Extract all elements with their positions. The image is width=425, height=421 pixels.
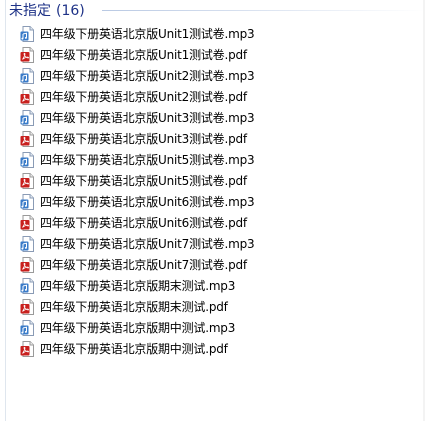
file-list: 四年级下册英语北京版Unit1测试卷.mp3 四年级下册英语北京版Unit1测试… [20,23,420,359]
file-item-13[interactable]: 四年级下册英语北京版期末测试.mp3 [20,275,420,296]
file-item-6[interactable]: 四年级下册英语北京版Unit3测试卷.pdf [20,128,420,149]
group-header-unspecified[interactable]: 未指定 (16) [6,0,425,22]
file-name: 四年级下册英语北京版期末测试.pdf [40,299,228,314]
pdf-file-icon [20,172,34,189]
pdf-file-icon [20,298,34,315]
file-item-14[interactable]: 四年级下册英语北京版期末测试.pdf [20,296,420,317]
group-divider [102,10,425,11]
file-name: 四年级下册英语北京版Unit3测试卷.mp3 [40,110,255,125]
file-name: 四年级下册英语北京版Unit7测试卷.pdf [40,257,247,272]
file-name: 四年级下册英语北京版Unit3测试卷.pdf [40,131,247,146]
file-item-7[interactable]: 四年级下册英语北京版Unit5测试卷.mp3 [20,149,420,170]
file-name: 四年级下册英语北京版Unit2测试卷.pdf [40,89,247,104]
pdf-file-icon [20,130,34,147]
pdf-file-icon [20,256,34,273]
pdf-file-icon [20,46,34,63]
audio-file-icon [20,277,34,294]
file-item-12[interactable]: 四年级下册英语北京版Unit7测试卷.pdf [20,254,420,275]
file-item-2[interactable]: 四年级下册英语北京版Unit1测试卷.pdf [20,44,420,65]
file-name: 四年级下册英语北京版期中测试.mp3 [40,320,236,335]
audio-file-icon [20,193,34,210]
file-name: 四年级下册英语北京版Unit6测试卷.pdf [40,215,247,230]
audio-file-icon [20,25,34,42]
pdf-file-icon [20,214,34,231]
file-item-11[interactable]: 四年级下册英语北京版Unit7测试卷.mp3 [20,233,420,254]
file-name: 四年级下册英语北京版期中测试.pdf [40,341,228,356]
file-item-15[interactable]: 四年级下册英语北京版期中测试.mp3 [20,317,420,338]
group-count: (16) [56,3,85,19]
file-item-8[interactable]: 四年级下册英语北京版Unit5测试卷.pdf [20,170,420,191]
file-name: 四年级下册英语北京版Unit6测试卷.mp3 [40,194,255,209]
file-name: 四年级下册英语北京版Unit1测试卷.pdf [40,47,247,62]
file-item-16[interactable]: 四年级下册英语北京版期中测试.pdf [20,338,420,359]
file-item-5[interactable]: 四年级下册英语北京版Unit3测试卷.mp3 [20,107,420,128]
pdf-file-icon [20,88,34,105]
file-item-3[interactable]: 四年级下册英语北京版Unit2测试卷.mp3 [20,65,420,86]
pdf-file-icon [20,340,34,357]
file-name: 四年级下册英语北京版Unit5测试卷.pdf [40,173,247,188]
audio-file-icon [20,109,34,126]
file-name: 四年级下册英语北京版Unit5测试卷.mp3 [40,152,255,167]
file-item-9[interactable]: 四年级下册英语北京版Unit6测试卷.mp3 [20,191,420,212]
file-name: 四年级下册英语北京版期末测试.mp3 [40,278,236,293]
file-item-10[interactable]: 四年级下册英语北京版Unit6测试卷.pdf [20,212,420,233]
navigation-pane-border [5,0,6,421]
file-name: 四年级下册英语北京版Unit1测试卷.mp3 [40,26,255,41]
file-name: 四年级下册英语北京版Unit2测试卷.mp3 [40,68,255,83]
file-name: 四年级下册英语北京版Unit7测试卷.mp3 [40,236,255,251]
file-item-4[interactable]: 四年级下册英语北京版Unit2测试卷.pdf [20,86,420,107]
audio-file-icon [20,67,34,84]
audio-file-icon [20,235,34,252]
file-item-1[interactable]: 四年级下册英语北京版Unit1测试卷.mp3 [20,23,420,44]
audio-file-icon [20,151,34,168]
audio-file-icon [20,319,34,336]
file-explorer-view: 未指定 (16) 四年级下册英语北京版Unit1测试卷.mp3 四年级下册英语北… [0,0,425,421]
group-title: 未指定 [9,3,51,19]
